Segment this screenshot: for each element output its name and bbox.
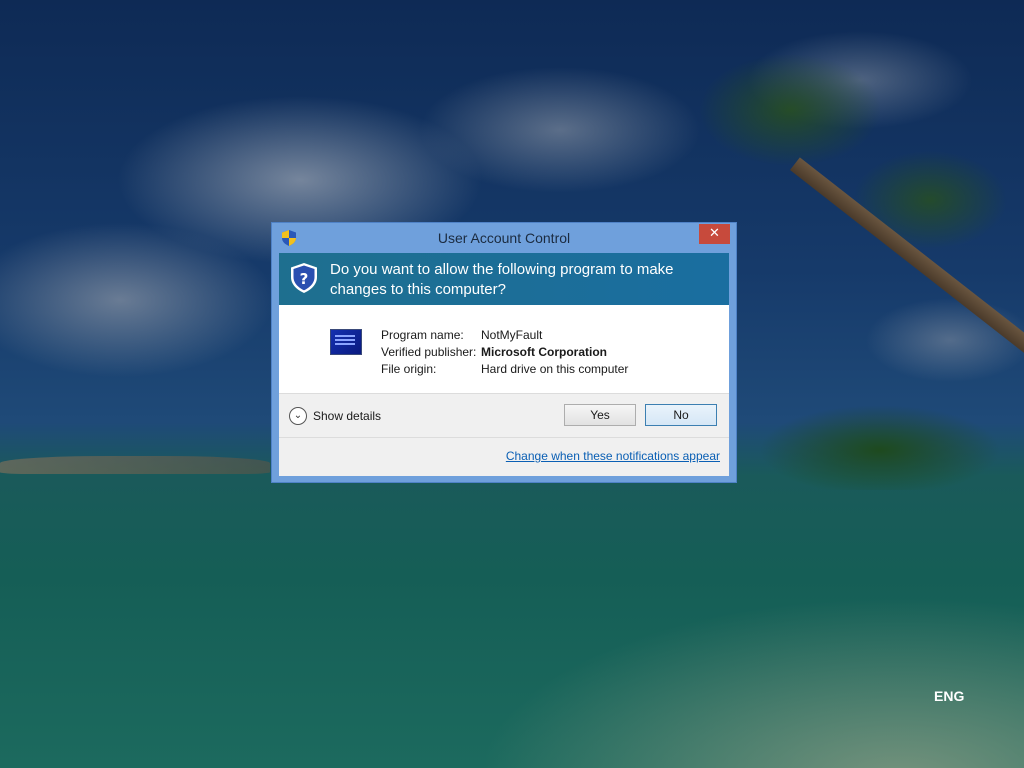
- yes-button[interactable]: Yes: [564, 404, 636, 426]
- show-details-toggle[interactable]: ⌄ Show details: [289, 407, 381, 427]
- program-icon: [330, 329, 362, 355]
- close-button[interactable]: ✕: [699, 224, 730, 244]
- dialog-body: Program name: NotMyFault Verified publish…: [279, 305, 729, 393]
- program-name-label: Program name:: [381, 328, 464, 342]
- program-name-value: NotMyFault: [481, 328, 543, 342]
- dialog-title: User Account Control: [437, 230, 571, 246]
- chevron-down-icon: ⌄: [289, 407, 307, 425]
- island-trees: [740, 380, 1024, 490]
- rocks: [0, 456, 270, 474]
- uac-dialog: User Account Control ✕ ? Do you want to …: [271, 222, 737, 483]
- language-indicator[interactable]: ENG: [934, 688, 964, 704]
- origin-row: File origin: Hard drive on this computer: [381, 361, 628, 378]
- publisher-value: Microsoft Corporation: [481, 345, 607, 359]
- origin-value: Hard drive on this computer: [481, 362, 629, 376]
- dialog-header: ? Do you want to allow the following pro…: [279, 253, 729, 305]
- shield-question-icon: ?: [291, 263, 317, 293]
- notifications-settings-link[interactable]: Change when these notifications appear: [506, 449, 720, 463]
- origin-label: File origin:: [381, 362, 437, 376]
- dialog-actions: ⌄ Show details Yes No: [279, 393, 729, 438]
- question-text: Do you want to allow the following progr…: [330, 261, 674, 298]
- publisher-row: Verified publisher: Microsoft Corporation: [381, 344, 628, 361]
- program-name-row: Program name: NotMyFault: [381, 327, 628, 344]
- dialog-titlebar: User Account Control ✕: [272, 223, 736, 253]
- dialog-footer: Change when these notifications appear: [279, 437, 729, 476]
- program-info: Program name: NotMyFault Verified publish…: [381, 327, 628, 378]
- svg-text:?: ?: [300, 270, 309, 288]
- no-button[interactable]: No: [645, 404, 717, 426]
- publisher-label: Verified publisher:: [381, 345, 477, 359]
- show-details-label: Show details: [313, 409, 382, 423]
